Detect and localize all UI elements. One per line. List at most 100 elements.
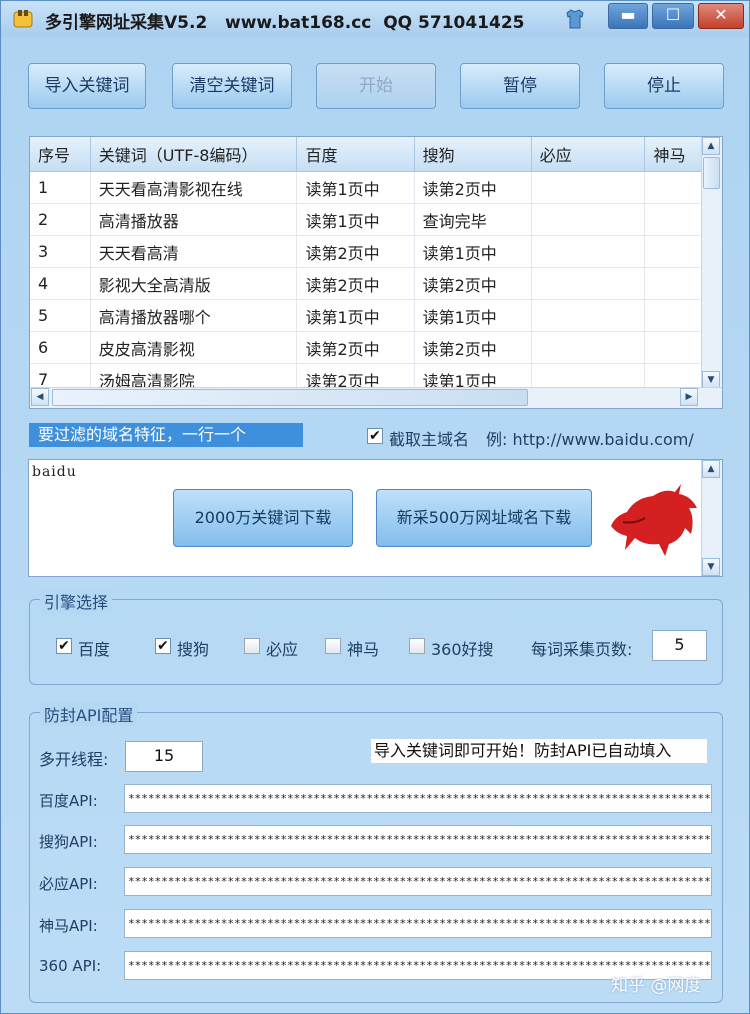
column-header-index[interactable]: 序号 (30, 137, 91, 172)
bull-logo (611, 484, 697, 556)
pause-button[interactable]: 暂停 (460, 63, 580, 109)
window-title: 多引擎网址采集V5.2 www.bat168.cc QQ 571041425 (45, 13, 525, 33)
column-header-bing[interactable]: 必应 (531, 137, 646, 172)
bing-api-input[interactable]: ****************************************… (124, 867, 712, 896)
cell-bing (531, 299, 646, 332)
domain-example-text: 例: http://www.baidu.com/ (486, 430, 694, 449)
scroll-up-arrow-icon[interactable]: ▲ (702, 137, 720, 155)
sogou-api-input[interactable]: ****************************************… (124, 825, 712, 854)
stop-button[interactable]: 停止 (604, 63, 724, 109)
baidu-api-input[interactable]: ****************************************… (124, 784, 712, 813)
import-keywords-button[interactable]: 导入关键词 (28, 63, 146, 109)
table-row[interactable]: 7 汤姆高清影院 读第2页中 读第1页中 (30, 363, 704, 389)
keyword-table: 序号 关键词（UTF-8编码） 百度 搜狗 必应 神马 1 天天看高清影视在线 … (30, 137, 704, 389)
cell-index: 6 (30, 331, 91, 364)
cell-baidu: 读第1页中 (296, 171, 415, 204)
extract-main-domain-checkbox[interactable]: ✔ (367, 428, 383, 444)
cell-shenma (644, 363, 704, 389)
keyword-grid[interactable]: 序号 关键词（UTF-8编码） 百度 搜狗 必应 神马 1 天天看高清影视在线 … (29, 136, 723, 409)
maximize-button[interactable]: ☐ (652, 3, 694, 29)
cell-index: 4 (30, 267, 91, 300)
grid-vertical-scrollbar[interactable]: ▲ ▼ (701, 137, 722, 389)
scroll-left-arrow-icon[interactable]: ◀ (31, 388, 49, 406)
cell-sogou: 读第1页中 (414, 235, 532, 268)
cell-shenma (644, 331, 704, 364)
360-api-label: 360 API: (39, 957, 102, 975)
cell-index: 7 (30, 363, 91, 389)
extract-main-domain-label[interactable]: 截取主域名 (389, 426, 469, 450)
cell-sogou: 读第2页中 (414, 331, 532, 364)
cell-shenma (644, 235, 704, 268)
scroll-up-arrow-icon[interactable]: ▲ (702, 460, 720, 478)
scroll-thumb[interactable] (52, 389, 528, 406)
cell-index: 1 (30, 171, 91, 204)
bing-api-label: 必应API: (39, 875, 98, 893)
engine-360-checkbox[interactable] (409, 638, 425, 654)
cell-sogou: 读第2页中 (414, 171, 532, 204)
filter-domains-value[interactable]: baidu (32, 464, 77, 480)
engine-sogou-checkbox[interactable]: ✔ (155, 638, 171, 654)
table-row[interactable]: 4 影视大全高清版 读第2页中 读第2页中 (30, 267, 704, 300)
cell-bing (531, 235, 646, 268)
cell-keyword: 影视大全高清版 (90, 267, 298, 300)
cell-bing (531, 203, 646, 236)
minimize-button[interactable]: ▬ (608, 3, 648, 29)
engine-shenma-checkbox[interactable] (325, 638, 341, 654)
engine-sogou-label[interactable]: 搜狗 (177, 636, 209, 660)
pages-per-keyword-input[interactable]: 5 (652, 630, 707, 661)
cell-baidu: 读第2页中 (296, 235, 415, 268)
api-note: 导入关键词即可开始！防封API已自动填入 (371, 739, 707, 763)
cell-bing (531, 331, 646, 364)
app-icon (13, 10, 33, 28)
column-header-sogou[interactable]: 搜狗 (414, 137, 532, 172)
cell-shenma (644, 171, 704, 204)
engine-bing-label[interactable]: 必应 (266, 636, 298, 660)
shirt-icon[interactable] (563, 7, 587, 31)
grid-horizontal-scrollbar[interactable]: ◀ ▶ (30, 387, 722, 408)
column-header-shenma[interactable]: 神马 (644, 137, 704, 172)
table-row[interactable]: 6 皮皮高清影视 读第2页中 读第2页中 (30, 331, 704, 364)
clear-keywords-button[interactable]: 清空关键词 (172, 63, 292, 109)
table-row[interactable]: 5 高清播放器哪个 读第1页中 读第1页中 (30, 299, 704, 332)
table-row[interactable]: 3 天天看高清 读第2页中 读第1页中 (30, 235, 704, 268)
title-bar[interactable]: 多引擎网址采集V5.2 www.bat168.cc QQ 571041425 ▬… (1, 1, 749, 37)
cell-baidu: 读第2页中 (296, 363, 415, 389)
table-row[interactable]: 2 高清播放器 读第1页中 查询完毕 (30, 203, 704, 236)
scroll-right-arrow-icon[interactable]: ▶ (680, 388, 698, 406)
cell-baidu: 读第2页中 (296, 267, 415, 300)
filter-label: 要过滤的域名特征，一行一个 (29, 423, 303, 447)
engine-baidu-label[interactable]: 百度 (78, 636, 110, 660)
filter-domains-textarea[interactable]: baidu 2000万关键词下载 新采500万网址域名下载 ▲ ▼ (28, 459, 723, 577)
table-row[interactable]: 1 天天看高清影视在线 读第1页中 读第2页中 (30, 171, 704, 204)
cell-shenma (644, 267, 704, 300)
engine-group-title: 引擎选择 (40, 589, 113, 613)
engine-baidu-checkbox[interactable]: ✔ (56, 638, 72, 654)
close-button[interactable]: ✕ (698, 3, 744, 29)
column-header-keyword[interactable]: 关键词（UTF-8编码） (90, 137, 298, 172)
cell-sogou: 查询完毕 (414, 203, 532, 236)
app-window: 多引擎网址采集V5.2 www.bat168.cc QQ 571041425 ▬… (0, 0, 750, 1014)
cell-keyword: 皮皮高清影视 (90, 331, 298, 364)
column-header-baidu[interactable]: 百度 (296, 137, 415, 172)
engine-360-label[interactable]: 360好搜 (431, 636, 494, 660)
table-header-row: 序号 关键词（UTF-8编码） 百度 搜狗 必应 神马 (30, 137, 704, 172)
cell-keyword: 高清播放器哪个 (90, 299, 298, 332)
download-keywords-button[interactable]: 2000万关键词下载 (173, 489, 353, 547)
cell-index: 5 (30, 299, 91, 332)
cell-sogou: 读第2页中 (414, 267, 532, 300)
threads-input[interactable]: 15 (125, 741, 203, 772)
cell-bing (531, 363, 646, 389)
scroll-thumb[interactable] (703, 157, 720, 189)
scroll-down-arrow-icon[interactable]: ▼ (702, 558, 720, 576)
baidu-api-label: 百度API: (39, 792, 98, 810)
cell-index: 3 (30, 235, 91, 268)
download-domains-button[interactable]: 新采500万网址域名下载 (376, 489, 592, 547)
engine-bing-checkbox[interactable] (244, 638, 260, 654)
threads-label: 多开线程: (39, 750, 109, 769)
cell-baidu: 读第2页中 (296, 331, 415, 364)
engine-shenma-label[interactable]: 神马 (347, 636, 379, 660)
cell-bing (531, 267, 646, 300)
shenma-api-input[interactable]: ****************************************… (124, 909, 712, 938)
start-button[interactable]: 开始 (316, 63, 436, 109)
textarea-scrollbar[interactable]: ▲ ▼ (701, 460, 722, 576)
